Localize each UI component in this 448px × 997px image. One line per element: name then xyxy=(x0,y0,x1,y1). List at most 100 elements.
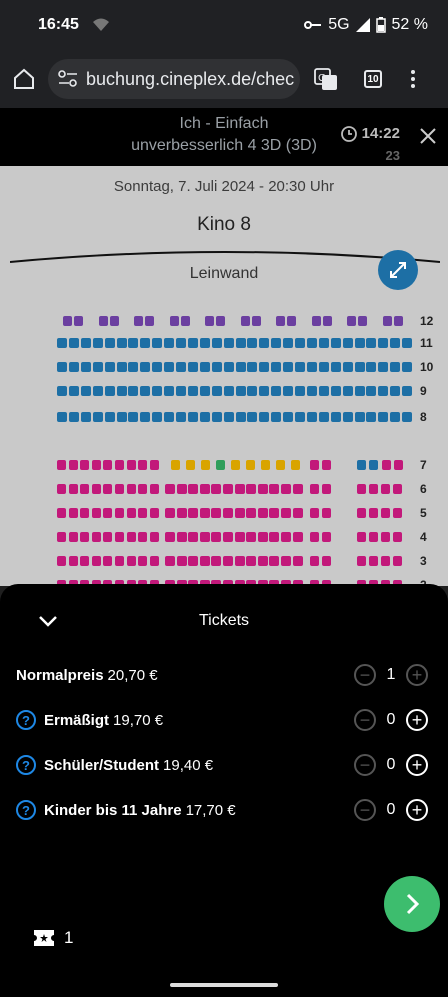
seat[interactable] xyxy=(165,484,175,494)
seat[interactable] xyxy=(292,508,303,518)
seat[interactable] xyxy=(381,556,390,566)
address-bar[interactable]: buchung.cineplex.de/chec xyxy=(48,59,300,99)
seat[interactable] xyxy=(138,508,148,518)
seat[interactable] xyxy=(223,556,233,566)
expand-button[interactable] xyxy=(378,250,418,290)
seat[interactable] xyxy=(199,412,210,422)
seat[interactable] xyxy=(223,412,234,422)
seat[interactable] xyxy=(234,484,245,494)
seat[interactable] xyxy=(295,412,305,422)
seat[interactable] xyxy=(104,362,115,372)
translate-icon[interactable]: G xyxy=(314,67,338,91)
seat[interactable] xyxy=(211,386,222,396)
seat[interactable] xyxy=(68,460,78,470)
seat[interactable] xyxy=(187,338,198,348)
seat[interactable] xyxy=(199,484,210,494)
seat[interactable] xyxy=(291,460,300,470)
seat[interactable] xyxy=(126,484,136,494)
seat[interactable] xyxy=(354,386,365,396)
seat[interactable] xyxy=(281,556,291,566)
seat[interactable] xyxy=(366,386,377,396)
seat[interactable] xyxy=(74,316,83,326)
decrease-button[interactable]: − xyxy=(354,709,376,731)
seat[interactable] xyxy=(318,362,329,372)
seat[interactable] xyxy=(271,386,282,396)
seat[interactable] xyxy=(68,532,78,542)
seat[interactable] xyxy=(269,556,280,566)
seat[interactable] xyxy=(259,362,270,372)
seat[interactable] xyxy=(223,386,234,396)
seat[interactable] xyxy=(165,508,175,518)
seat[interactable] xyxy=(318,386,329,396)
seat[interactable] xyxy=(91,508,101,518)
increase-button[interactable]: + xyxy=(406,799,428,821)
seat[interactable] xyxy=(91,460,101,470)
seat[interactable] xyxy=(342,412,353,422)
seat[interactable] xyxy=(357,508,366,518)
seat[interactable] xyxy=(165,532,175,542)
seat[interactable] xyxy=(223,508,233,518)
seat[interactable] xyxy=(138,484,148,494)
seat[interactable] xyxy=(269,532,280,542)
seat[interactable] xyxy=(378,412,389,422)
seat[interactable] xyxy=(322,460,331,470)
seat[interactable] xyxy=(68,508,78,518)
seat[interactable] xyxy=(378,362,389,372)
seat[interactable] xyxy=(140,386,151,396)
seat[interactable] xyxy=(393,556,402,566)
seat[interactable] xyxy=(91,484,101,494)
seat[interactable] xyxy=(251,316,261,326)
seat[interactable] xyxy=(140,362,151,372)
seat[interactable] xyxy=(306,362,317,372)
info-icon[interactable]: ? xyxy=(16,710,36,730)
seat[interactable] xyxy=(287,316,296,326)
seat[interactable] xyxy=(116,338,127,348)
seat[interactable] xyxy=(223,362,234,372)
seat[interactable] xyxy=(390,338,401,348)
seat[interactable] xyxy=(205,316,214,326)
seat[interactable] xyxy=(116,412,127,422)
seat[interactable] xyxy=(115,532,124,542)
seat[interactable] xyxy=(164,338,175,348)
info-icon[interactable]: ? xyxy=(16,800,36,820)
seat[interactable] xyxy=(116,386,127,396)
seat[interactable] xyxy=(211,338,222,348)
tab-switcher-button[interactable]: 10 xyxy=(364,70,382,88)
seat[interactable] xyxy=(357,484,366,494)
seat[interactable] xyxy=(235,386,246,396)
seat[interactable] xyxy=(318,338,329,348)
seat[interactable] xyxy=(246,508,257,518)
seat[interactable] xyxy=(152,338,163,348)
seat[interactable] xyxy=(247,412,258,422)
seat[interactable] xyxy=(57,362,67,372)
seat[interactable] xyxy=(322,556,331,566)
seat[interactable] xyxy=(128,386,139,396)
home-icon[interactable] xyxy=(12,67,36,91)
seat[interactable] xyxy=(138,532,148,542)
seat[interactable] xyxy=(80,338,91,348)
seat[interactable] xyxy=(393,484,402,494)
seat[interactable] xyxy=(176,484,187,494)
seat[interactable] xyxy=(57,412,67,422)
seat[interactable] xyxy=(366,338,377,348)
seat[interactable] xyxy=(390,386,401,396)
seat[interactable] xyxy=(80,556,90,566)
seat[interactable] xyxy=(271,338,282,348)
seat[interactable] xyxy=(310,532,319,542)
seat[interactable] xyxy=(91,556,101,566)
seat[interactable] xyxy=(281,532,291,542)
next-button[interactable] xyxy=(384,876,440,932)
seat[interactable] xyxy=(176,362,186,372)
seat[interactable] xyxy=(257,532,268,542)
seat[interactable] xyxy=(283,386,294,396)
seat[interactable] xyxy=(390,412,401,422)
seat[interactable] xyxy=(246,556,257,566)
seat[interactable] xyxy=(310,508,319,518)
seat[interactable] xyxy=(378,338,389,348)
seat[interactable] xyxy=(261,460,270,470)
wheelchair-seat[interactable] xyxy=(369,460,378,470)
seat[interactable] xyxy=(247,338,258,348)
seat[interactable] xyxy=(199,532,210,542)
seat[interactable] xyxy=(393,508,402,518)
increase-button[interactable]: + xyxy=(406,709,428,731)
